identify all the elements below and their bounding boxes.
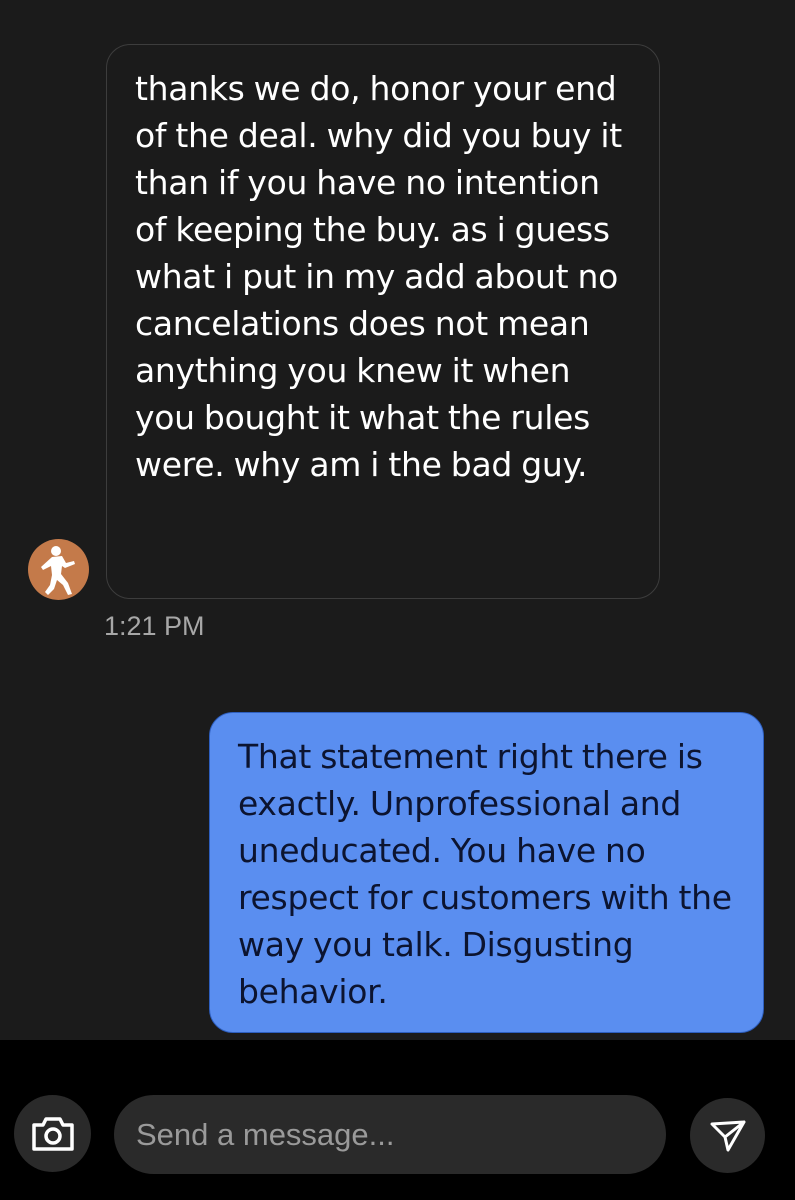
message-thread: thanks we do, honor your end of the deal… (0, 0, 795, 1040)
player-silhouette-icon (41, 546, 75, 595)
message-timestamp: 1:21 PM (104, 611, 205, 641)
message-input[interactable] (114, 1095, 666, 1174)
sender-avatar[interactable] (28, 539, 89, 600)
send-button[interactable] (690, 1098, 765, 1173)
outgoing-message-bubble[interactable]: That statement right there is exactly. U… (209, 712, 764, 1033)
incoming-message-text: thanks we do, honor your end of the deal… (135, 69, 622, 484)
camera-button[interactable] (14, 1095, 91, 1172)
camera-icon (31, 1116, 74, 1151)
incoming-message-bubble[interactable]: thanks we do, honor your end of the deal… (106, 44, 660, 599)
outgoing-message-text: That statement right there is exactly. U… (238, 737, 732, 1011)
send-icon (710, 1120, 745, 1151)
